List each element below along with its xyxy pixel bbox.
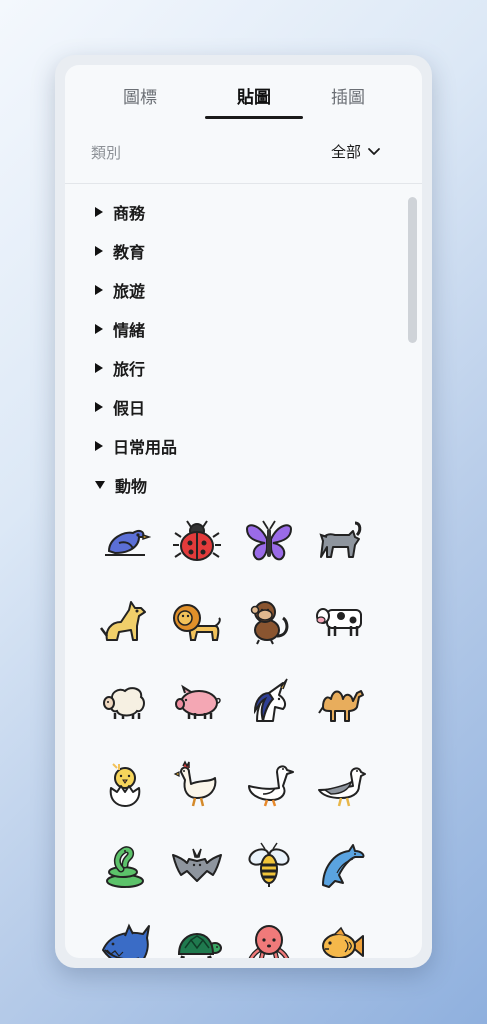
tab-icons[interactable]: 圖標 [107,83,173,108]
category-holiday[interactable]: 假日 [95,394,145,420]
collapse-triangle-icon [95,481,105,489]
bee-sticker-icon[interactable] [243,839,295,891]
category-label: 旅遊 [113,282,146,301]
category-daily-items[interactable]: 日常用品 [95,433,177,459]
expand-triangle-icon [95,441,103,451]
tab-bar: 圖標 貼圖 插圖 [65,65,422,121]
chick-sticker-icon[interactable] [99,758,151,810]
lion-sticker-icon[interactable] [171,596,223,648]
dolphin-sticker-icon[interactable] [315,839,367,891]
turtle-sticker-icon[interactable] [171,920,223,958]
snake-sticker-icon[interactable] [99,839,151,891]
category-label: 動物 [115,477,148,496]
tab-illustrations[interactable]: 插圖 [315,83,381,108]
category-business[interactable]: 商務 [95,199,145,225]
cow-sticker-icon[interactable] [315,596,367,648]
ladybug-sticker-icon[interactable] [171,515,223,567]
category-label: 商務 [113,204,146,223]
category-animals[interactable]: 動物 [95,472,147,498]
sticker-panel: 圖標 貼圖 插圖 類別 全部 商務 教育 旅遊 情緒 旅行 假日 日常用品 動物 [55,55,432,968]
expand-triangle-icon [95,285,103,295]
bird-sticker-icon[interactable] [99,515,152,567]
expand-triangle-icon [95,363,103,373]
cat-sticker-icon[interactable] [315,515,367,567]
category-list: 商務 教育 旅遊 情緒 旅行 假日 日常用品 動物 [65,184,422,958]
expand-triangle-icon [95,402,103,412]
shark-sticker-icon[interactable] [99,920,151,958]
tab-stickers[interactable]: 貼圖 [210,83,298,108]
active-tab-indicator [205,116,303,119]
category-label: 假日 [113,399,146,418]
category-label: 日常用品 [113,438,178,457]
chevron-down-icon [368,147,380,155]
expand-triangle-icon [95,246,103,256]
expand-triangle-icon [95,207,103,217]
category-label: 情緒 [113,321,146,340]
category-dropdown-value: 全部 [331,143,362,161]
category-emotions[interactable]: 情緒 [95,316,145,342]
category-filter-row: 類別 全部 [65,121,422,184]
dog-sticker-icon[interactable] [99,596,151,648]
category-label: 教育 [113,243,146,262]
camel-sticker-icon[interactable] [315,677,367,729]
category-education[interactable]: 教育 [95,238,145,264]
category-tourism[interactable]: 旅遊 [95,277,145,303]
hen-sticker-icon[interactable] [171,758,223,810]
category-travel[interactable]: 旅行 [95,355,145,381]
monkey-sticker-icon[interactable] [243,596,295,648]
panel-body: 圖標 貼圖 插圖 類別 全部 商務 教育 旅遊 情緒 旅行 假日 日常用品 動物 [65,65,422,958]
sheep-sticker-icon[interactable] [99,677,151,729]
goose-sticker-icon[interactable] [243,758,295,810]
bat-sticker-icon[interactable] [171,839,223,891]
fish-sticker-icon[interactable] [315,920,367,958]
octopus-sticker-icon[interactable] [243,920,295,958]
pig-sticker-icon[interactable] [171,677,223,729]
category-label: 旅行 [113,360,146,379]
butterfly-sticker-icon[interactable] [243,515,295,567]
seagull-sticker-icon[interactable] [315,758,367,810]
expand-triangle-icon [95,324,103,334]
category-filter-label: 類別 [91,144,122,162]
category-dropdown[interactable]: 全部 [331,141,381,162]
unicorn-sticker-icon[interactable] [243,677,295,729]
